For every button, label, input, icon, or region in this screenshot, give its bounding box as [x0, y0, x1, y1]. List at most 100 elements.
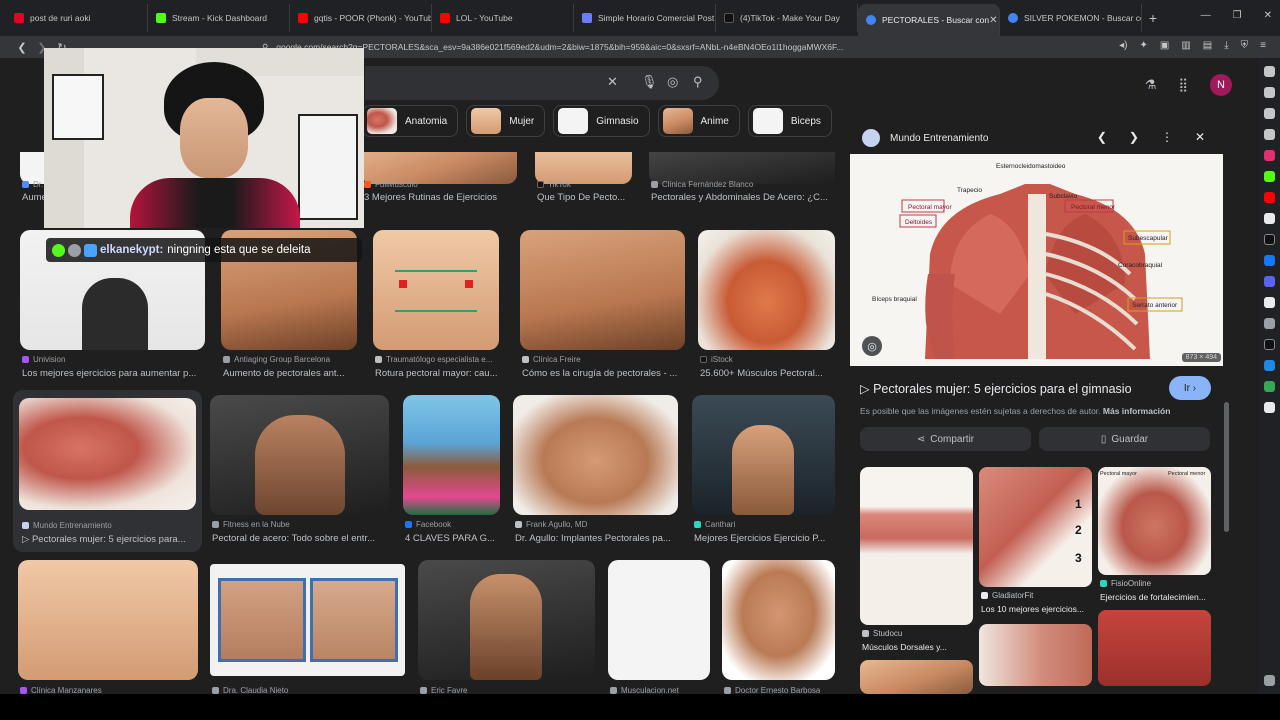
- previous-icon[interactable]: ❮: [1097, 130, 1107, 144]
- labs-icon[interactable]: ⚗: [1145, 77, 1157, 93]
- chip-biceps[interactable]: Biceps: [747, 105, 832, 137]
- close-tab-icon[interactable]: ✕: [989, 15, 997, 26]
- lens-icon[interactable]: ◎: [667, 74, 678, 90]
- browser-tab[interactable]: Stream - Kick Dashboard: [148, 4, 290, 32]
- next-icon[interactable]: ❯: [1129, 130, 1139, 144]
- related-image[interactable]: [979, 624, 1092, 686]
- more-options-icon[interactable]: ⋮: [1161, 130, 1173, 144]
- save-button[interactable]: ▯ Guardar: [1039, 427, 1210, 451]
- back-icon[interactable]: ❮: [12, 41, 32, 54]
- lens-search-icon[interactable]: ◎: [862, 336, 882, 356]
- browser-tab[interactable]: Simple Horario Comercial Post: [574, 4, 716, 32]
- screenshot-icon[interactable]: ▣: [1160, 40, 1169, 51]
- leo-ai-icon[interactable]: [1263, 66, 1275, 77]
- related-image[interactable]: Pectoral mayor Pectoral menor FisioOnlin…: [1098, 467, 1211, 617]
- close-icon[interactable]: ✕: [1195, 130, 1205, 144]
- browser-tab[interactable]: SILVER POKEMON - Buscar con: [1000, 4, 1142, 32]
- sidebar-icon[interactable]: ▥: [1181, 40, 1190, 51]
- search-icon[interactable]: ⚲: [693, 74, 703, 90]
- related-thumbnail: [979, 624, 1092, 686]
- preview-site-name[interactable]: Mundo Entrenamiento: [890, 133, 988, 144]
- image-result[interactable]: Clínica Manzanares: [18, 560, 198, 694]
- browser-tab[interactable]: post de ruri aoki: [6, 4, 148, 32]
- image-result[interactable]: FullMusculo 3 Mejores Rutinas de Ejercic…: [362, 152, 517, 214]
- history-icon[interactable]: [1263, 129, 1275, 140]
- anatomy-label: Esternocleidomastoideo: [996, 163, 1066, 170]
- app-icon[interactable]: [1263, 360, 1275, 371]
- image-result[interactable]: Clínica Freire Cómo es la cirugía de pec…: [520, 230, 685, 385]
- minimize-icon[interactable]: —: [1201, 10, 1211, 21]
- image-result[interactable]: Frank Agullo, MD Dr. Agullo: Implantes P…: [513, 395, 678, 550]
- bookmarks-icon[interactable]: [1263, 108, 1275, 119]
- kick-icon: [156, 13, 166, 23]
- image-result[interactable]: Clinica Fernández Blanco Pectorales y Ab…: [649, 152, 835, 214]
- chip-gimnasio[interactable]: Gimnasio: [553, 105, 650, 137]
- image-result[interactable]: Canthari Mejores Ejercicios Ejercicio P.…: [692, 395, 835, 550]
- result-thumbnail: [210, 395, 389, 515]
- related-image[interactable]: [1098, 610, 1211, 686]
- new-tab-button[interactable]: +: [1142, 10, 1164, 26]
- image-result[interactable]: Facebook 4 CLAVES PARA G...: [403, 395, 500, 550]
- tiktok-icon: [724, 13, 734, 23]
- microphone-icon[interactable]: 🎙: [641, 74, 658, 90]
- clear-search-icon[interactable]: ✕: [607, 74, 618, 90]
- related-image[interactable]: Studocu Músculos Dorsales y...: [860, 467, 973, 657]
- anatomy-label: Subclavio: [1049, 193, 1078, 200]
- chip-mujer[interactable]: Mujer: [466, 105, 546, 137]
- result-source: Doctor Ernesto Barbosa: [724, 686, 820, 694]
- gmail-icon[interactable]: [1263, 213, 1275, 224]
- image-result[interactable]: iStock 25.600+ Músculos Pectoral...: [698, 230, 835, 385]
- anatomy-label: Subescapular: [1128, 235, 1169, 242]
- x-icon[interactable]: [1263, 234, 1275, 245]
- downloads-icon[interactable]: ⤓: [1224, 40, 1228, 51]
- scrollbar-thumb[interactable]: [1224, 402, 1229, 532]
- search-box[interactable]: ✕ 🎙 ◎ ⚲: [365, 66, 719, 100]
- discord-icon[interactable]: [1263, 276, 1275, 287]
- vpn-icon[interactable]: ⛨: [1241, 40, 1249, 51]
- image-result[interactable]: Eric Favre: [418, 560, 595, 694]
- image-result[interactable]: Traumatólogo especialista e... Rotura pe…: [373, 230, 499, 385]
- wallet-icon[interactable]: ▤: [1203, 40, 1212, 51]
- visit-button[interactable]: Ir ›: [1169, 376, 1211, 400]
- image-result[interactable]: Dra. Claudia Nieto: [210, 564, 405, 694]
- app-icon[interactable]: [1263, 318, 1275, 329]
- menu-icon[interactable]: ≡: [1260, 40, 1266, 51]
- image-result[interactable]: Doctor Ernesto Barbosa: [722, 560, 835, 694]
- image-result[interactable]: TikTok Que Tipo De Pecto...: [535, 152, 632, 214]
- maximize-icon[interactable]: ❐: [1233, 10, 1242, 21]
- reading-list-icon[interactable]: [1263, 87, 1275, 98]
- extensions-icon[interactable]: ✦: [1139, 40, 1147, 51]
- image-result[interactable]: Fitness en la Nube Pectoral de acero: To…: [210, 395, 389, 550]
- address-bar[interactable]: ⚲ google.com/search?q=PECTORALES&sca_esv…: [262, 38, 990, 56]
- settings-icon[interactable]: [1263, 675, 1275, 686]
- instagram-icon[interactable]: [1263, 150, 1275, 161]
- image-result[interactable]: Musculacion.net: [608, 560, 710, 694]
- browser-tab[interactable]: gqtis - POOR (Phonk) - YouTube: [290, 4, 432, 32]
- related-image[interactable]: 1 2 3 GladiatorFit Los 10 mejores ejerci…: [979, 467, 1092, 617]
- preview-image[interactable]: Esternocleidomastoideo Trapecio Subclavi…: [850, 154, 1223, 366]
- apps-icon[interactable]: ⣿: [1178, 77, 1188, 93]
- more-info-link[interactable]: Más información: [1103, 406, 1171, 416]
- avatar[interactable]: N: [1210, 74, 1232, 96]
- tiktok-icon[interactable]: [1263, 339, 1275, 350]
- chip-anatomia[interactable]: Anatomia: [362, 105, 459, 137]
- related-image[interactable]: [860, 660, 973, 694]
- browser-tab[interactable]: LOL - YouTube: [432, 4, 574, 32]
- image-result-selected[interactable]: Mundo Entrenamiento ▷ Pectorales mujer: …: [13, 390, 202, 552]
- app-icon[interactable]: [1263, 402, 1275, 413]
- chip-anime[interactable]: Anime: [657, 105, 740, 137]
- kick-icon[interactable]: [1263, 171, 1275, 182]
- facebook-icon[interactable]: [1263, 255, 1275, 266]
- youtube-icon[interactable]: [1263, 192, 1275, 203]
- preview-title[interactable]: ▷ Pectorales mujer: 5 ejercicios para el…: [860, 381, 1132, 396]
- app-icon[interactable]: [1263, 381, 1275, 392]
- photos-icon[interactable]: [1263, 297, 1275, 308]
- close-window-icon[interactable]: ✕: [1264, 10, 1272, 21]
- browser-tab-active[interactable]: PECTORALES - Buscar con ✕: [858, 4, 1000, 36]
- chip-thumbnail: [662, 108, 693, 134]
- share-button[interactable]: ⋖ Compartir: [860, 427, 1031, 451]
- translate-icon[interactable]: ◂): [1119, 40, 1127, 51]
- browser-tab[interactable]: (4)TikTok - Make Your Day: [716, 4, 858, 32]
- result-source: Dra. Claudia Nieto: [212, 686, 288, 694]
- page-scrollbar[interactable]: [1223, 122, 1231, 694]
